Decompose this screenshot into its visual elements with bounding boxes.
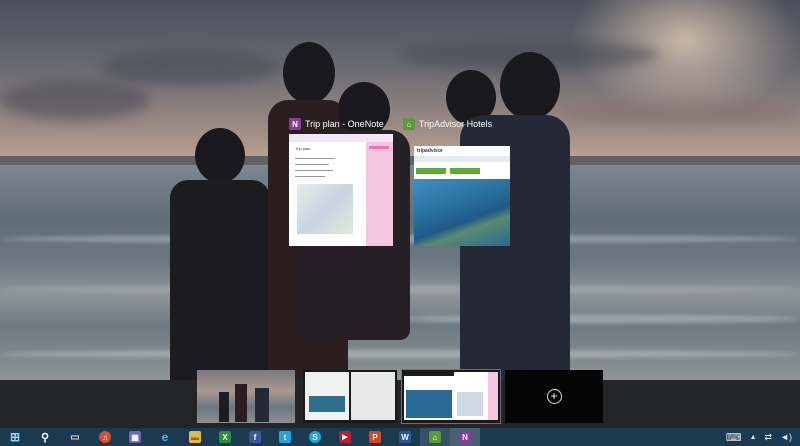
calculator-icon: ▦ (129, 431, 141, 443)
onenote-taskbar-icon: N (459, 431, 471, 443)
taskbar-music[interactable]: ♫ (90, 428, 120, 446)
taskbar-excel[interactable]: X (210, 428, 240, 446)
search-button[interactable]: ⚲ (30, 428, 60, 446)
taskbar-task-view[interactable]: ▭ (60, 428, 90, 446)
map-image (297, 184, 353, 234)
tripadvisor-title-text: TripAdvisor Hotels (419, 119, 493, 129)
task-view-icon: ▭ (70, 431, 80, 443)
onenote-title-text: Trip plan - OneNote (305, 119, 384, 129)
mouse-cursor-icon (464, 380, 468, 388)
desktop-1-thumbnail[interactable] (197, 370, 295, 423)
skype-icon: S (309, 431, 321, 443)
windows-logo-icon: ⊞ (9, 430, 21, 444)
tripadvisor-logo: tripadvisor (417, 148, 443, 154)
tripadvisor-window-title[interactable]: ⌂ TripAdvisor Hotels (403, 115, 492, 133)
taskbar-powerpoint[interactable]: P (360, 428, 390, 446)
search-icon: ⚲ (40, 431, 50, 444)
taskbar-file-explorer[interactable]: ▬ (180, 428, 210, 446)
tripadvisor-icon: ⌂ (403, 118, 415, 130)
volume-icon[interactable]: ◄) (780, 432, 792, 442)
word-icon: W (399, 431, 411, 443)
headphones-icon: ♫ (99, 431, 111, 443)
desktop-2-thumbnail[interactable] (303, 370, 397, 423)
facebook-icon: f (249, 431, 261, 443)
twitter-icon: t (279, 431, 291, 443)
add-desktop-icon: + (546, 389, 562, 404)
taskbar-tripadvisor[interactable]: ⌂ (420, 428, 450, 446)
notifications-icon[interactable]: ▲ (750, 434, 757, 441)
onenote-thumbnail[interactable]: Trip plan (289, 134, 393, 246)
folder-icon: ▬ (189, 431, 201, 443)
internet-explorer-icon: e (161, 430, 169, 444)
excel-icon: X (219, 431, 231, 443)
keyboard-icon[interactable]: ⌨ (726, 431, 742, 444)
taskbar-onenote[interactable]: N (450, 428, 480, 446)
taskbar-skype[interactable]: S (300, 428, 330, 446)
reef-photo (414, 179, 510, 246)
add-desktop-button[interactable]: + (505, 370, 603, 423)
taskbar-facebook[interactable]: f (240, 428, 270, 446)
tripadvisor-thumbnail[interactable]: tripadvisor (414, 146, 510, 246)
onenote-page-heading: Trip plan (295, 146, 311, 151)
system-tray: ⌨ ▲ ⇄ ◄) (726, 428, 792, 446)
tripadvisor-taskbar-icon: ⌂ (429, 431, 441, 443)
onenote-window-title[interactable]: N Trip plan - OneNote (289, 115, 384, 133)
desktops-strip (0, 380, 800, 428)
video-icon: ▶ (339, 431, 351, 443)
network-icon[interactable]: ⇄ (765, 432, 773, 443)
taskbar-calculator[interactable]: ▦ (120, 428, 150, 446)
desktop-3-thumbnail[interactable] (401, 369, 501, 424)
desktop-wallpaper (0, 0, 800, 380)
taskbar-word[interactable]: W (390, 428, 420, 446)
start-button[interactable]: ⊞ (0, 428, 30, 446)
taskbar: ⊞ ⚲ ▭ ♫ ▦ e ▬ X f t S ▶ P W ⌂ N ⌨ ▲ ⇄ ◄) (0, 428, 800, 446)
taskbar-twitter[interactable]: t (270, 428, 300, 446)
onenote-icon: N (289, 118, 301, 130)
taskbar-video[interactable]: ▶ (330, 428, 360, 446)
taskbar-internet-explorer[interactable]: e (150, 428, 180, 446)
powerpoint-icon: P (369, 431, 381, 443)
